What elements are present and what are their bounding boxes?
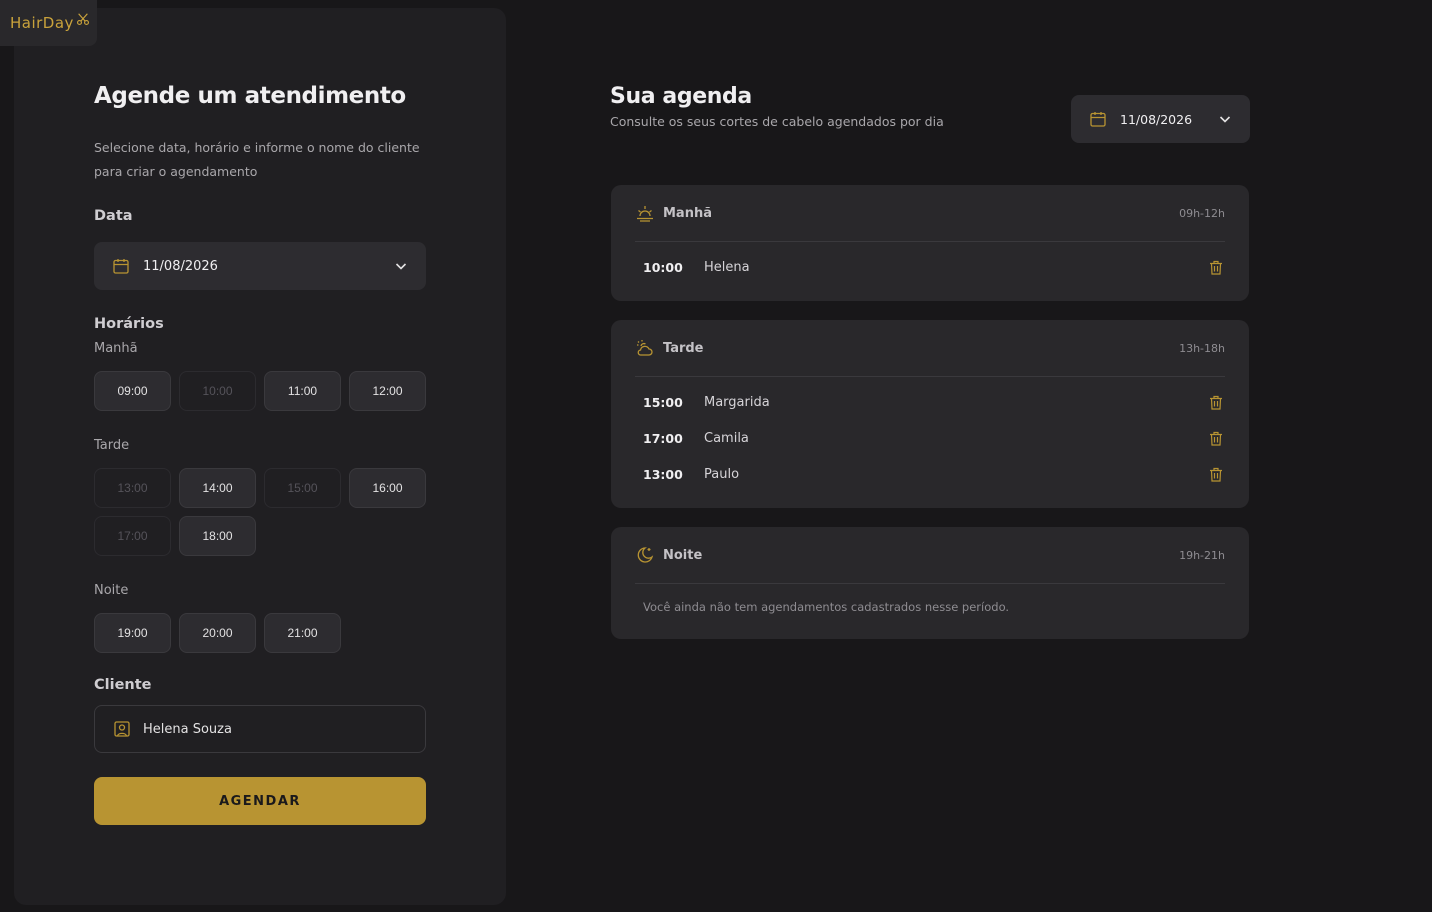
trash-icon[interactable] xyxy=(1209,260,1223,275)
chevron-down-icon xyxy=(395,263,407,270)
period-name: Noite xyxy=(663,547,703,563)
empty-state-message: Você ainda não tem agendamentos cadastra… xyxy=(643,600,1010,614)
appointment-client: Helena xyxy=(704,259,750,275)
date-picker[interactable]: 11/08/2026 xyxy=(94,242,426,290)
time-slot[interactable]: 14:00 xyxy=(179,468,256,508)
appointment-time: 13:00 xyxy=(643,466,683,482)
hours-label: Horários xyxy=(94,316,164,332)
period-name: Manhã xyxy=(663,205,712,221)
booking-form-panel: Agende um atendimento Selecione data, ho… xyxy=(14,8,506,905)
calendar-icon xyxy=(1090,112,1106,127)
time-slot[interactable]: 12:00 xyxy=(349,371,426,411)
date-label: Data xyxy=(94,208,133,224)
time-slot[interactable]: 20:00 xyxy=(179,613,256,653)
client-name-input[interactable] xyxy=(143,721,407,737)
time-slot[interactable]: 19:00 xyxy=(94,613,171,653)
time-slot[interactable]: 09:00 xyxy=(94,371,171,411)
form-title: Agende um atendimento xyxy=(94,83,406,109)
appointment-time: 15:00 xyxy=(643,394,683,410)
brand-name: HairDay xyxy=(10,14,74,32)
moon-stars-icon xyxy=(637,547,654,563)
time-slot[interactable]: 21:00 xyxy=(264,613,341,653)
appointment-client: Camila xyxy=(704,430,749,446)
time-slot[interactable]: 16:00 xyxy=(349,468,426,508)
date-value: 11/08/2026 xyxy=(143,258,218,274)
period-name: Tarde xyxy=(663,340,704,356)
appointment-time: 10:00 xyxy=(643,259,683,275)
calendar-icon xyxy=(113,259,129,274)
chevron-down-icon xyxy=(1219,116,1231,123)
schedule-button[interactable]: AGENDAR xyxy=(94,777,426,825)
appointment-row: 10:00 Helena xyxy=(635,249,1225,285)
time-slot[interactable]: 10:00 xyxy=(179,371,256,411)
night-label: Noite xyxy=(94,583,129,598)
appointment-client: Margarida xyxy=(704,394,770,410)
appointment-row: 15:00 Margarida xyxy=(635,384,1225,420)
period-range: 19h-21h xyxy=(1179,548,1225,562)
morning-label: Manhã xyxy=(94,341,138,356)
form-description: Selecione data, horário e informe o nome… xyxy=(94,140,420,179)
time-slot[interactable]: 18:00 xyxy=(179,516,256,556)
period-range: 13h-18h xyxy=(1179,341,1225,355)
appointment-client: Paulo xyxy=(704,466,740,482)
appointment-row: 17:00 Camila xyxy=(635,420,1225,456)
user-square-icon xyxy=(114,721,130,737)
time-slot[interactable]: 17:00 xyxy=(94,516,171,556)
agenda-title: Sua agenda xyxy=(610,84,752,109)
period-range: 09h-12h xyxy=(1179,206,1225,220)
agenda-date-value: 11/08/2026 xyxy=(1120,111,1193,127)
trash-icon[interactable] xyxy=(1209,467,1223,482)
cloud-sun-icon xyxy=(637,340,653,356)
period-afternoon: Tarde 13h-18h 15:00 Margarida 17:00 Cami… xyxy=(611,320,1249,508)
sunrise-icon xyxy=(637,206,653,222)
agenda-subtitle: Consulte os seus cortes de cabelo agenda… xyxy=(610,114,944,129)
trash-icon[interactable] xyxy=(1209,395,1223,410)
morning-slots: 09:00 10:00 11:00 12:00 xyxy=(94,371,426,411)
night-slots: 19:00 20:00 21:00 xyxy=(94,613,426,653)
client-field[interactable] xyxy=(94,705,426,753)
period-header: Tarde 13h-18h xyxy=(635,320,1225,377)
time-slot[interactable]: 11:00 xyxy=(264,371,341,411)
agenda-date-picker[interactable]: 11/08/2026 xyxy=(1071,95,1250,143)
period-morning: Manhã 09h-12h 10:00 Helena xyxy=(611,185,1249,301)
period-header: Manhã 09h-12h xyxy=(635,185,1225,242)
appointment-row: 13:00 Paulo xyxy=(635,456,1225,492)
trash-icon[interactable] xyxy=(1209,431,1223,446)
afternoon-label: Tarde xyxy=(94,438,130,453)
time-slot[interactable]: 15:00 xyxy=(264,468,341,508)
time-slot[interactable]: 13:00 xyxy=(94,468,171,508)
client-label: Cliente xyxy=(94,677,152,693)
scissors-icon xyxy=(76,13,89,25)
afternoon-slots: 13:00 14:00 15:00 16:00 17:00 18:00 xyxy=(94,468,426,556)
period-header: Noite 19h-21h xyxy=(635,527,1225,584)
brand-logo: HairDay xyxy=(0,0,97,46)
appointment-time: 17:00 xyxy=(643,430,683,446)
period-night: Noite 19h-21h Você ainda não tem agendam… xyxy=(611,527,1249,639)
